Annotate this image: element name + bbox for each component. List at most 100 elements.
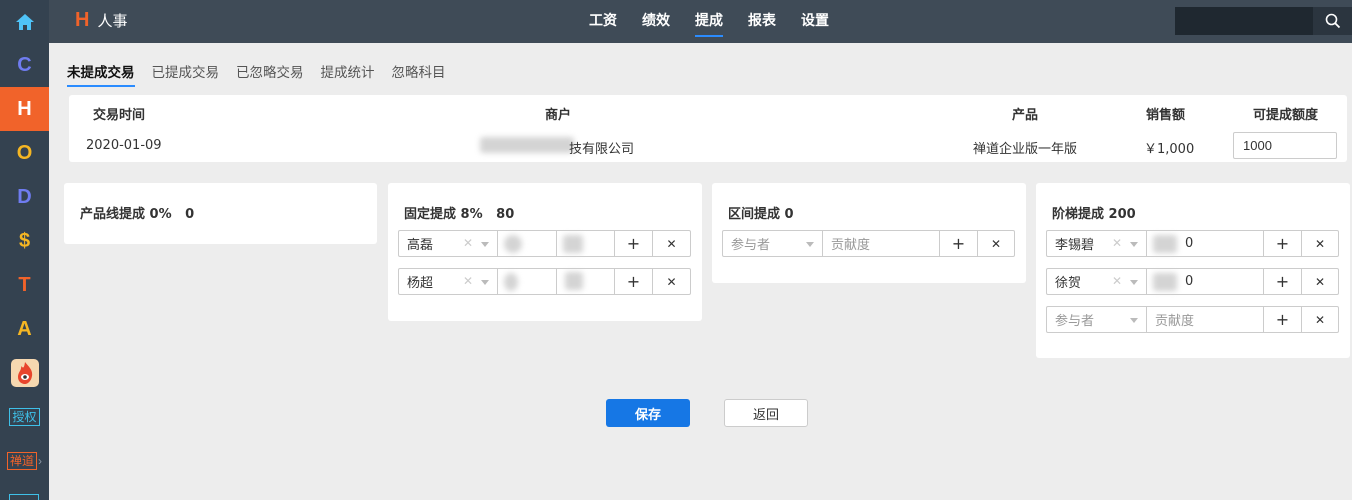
remove-row-button[interactable]: ✕ [977, 230, 1015, 257]
range-commission-title: 区间提成 0 [728, 207, 794, 222]
plus-icon: + [1275, 310, 1290, 329]
range-commission-card: 区间提成 0 参与者 贡献度 + ✕ [712, 183, 1026, 283]
tiered-commission-card: 阶梯提成 200 李锡碧 ✕ 0 + ✕ 徐贺 ✕ 0 + ✕ 参与者 贡献度 … [1036, 183, 1350, 358]
participant-select[interactable]: 参与者 [1046, 306, 1147, 333]
header-commission: 可提成额度 [1253, 108, 1319, 123]
search-icon [1325, 13, 1340, 29]
range-row: 参与者 贡献度 + ✕ [722, 230, 1015, 257]
chevron-down-icon [481, 242, 489, 247]
product-line-title: 产品线提成 0% 0 [80, 207, 195, 222]
plus-icon: + [951, 234, 966, 253]
merchant-redacted [480, 137, 574, 153]
transaction-table: 交易时间 商户 产品 销售额 可提成额度 2020-01-09 技有限公司 禅道… [69, 95, 1347, 162]
tab-ignored-subjects[interactable]: 忽略科目 [392, 61, 446, 85]
participant-select[interactable]: 高磊 ✕ [398, 230, 498, 257]
remove-row-button[interactable]: ✕ [1301, 268, 1339, 295]
plus-icon: + [626, 234, 641, 253]
dock-item-a[interactable]: A [0, 307, 49, 351]
zentao-badge[interactable]: 禅道 › [0, 439, 49, 483]
fixed-row: 杨超 ✕ + ✕ [398, 268, 691, 295]
contribution-input[interactable]: 0 [1146, 230, 1264, 257]
contribution-input[interactable] [497, 268, 557, 295]
tab-commissioned[interactable]: 已提成交易 [152, 61, 220, 85]
clear-icon[interactable]: ✕ [463, 236, 473, 250]
add-row-button[interactable]: + [1263, 306, 1302, 333]
remove-row-button[interactable]: ✕ [1301, 306, 1339, 333]
transaction-product: 禅道企业版一年版 [973, 142, 1078, 157]
dock-item-d[interactable]: D [0, 175, 49, 219]
product-line-card: 产品线提成 0% 0 [64, 183, 377, 244]
remove-row-button[interactable]: ✕ [652, 230, 691, 257]
merchant-name: 技有限公司 [569, 142, 635, 157]
amount-field[interactable] [556, 268, 615, 295]
tiered-commission-title: 阶梯提成 200 [1052, 207, 1136, 222]
add-row-button[interactable]: + [1263, 230, 1302, 257]
tab-uncommissioned[interactable]: 未提成交易 [67, 61, 135, 87]
chevron-right-icon: › [38, 454, 42, 468]
header-merchant: 商户 [545, 108, 572, 123]
value-redacted [563, 235, 583, 253]
contribution-input[interactable]: 0 [1146, 268, 1264, 295]
chevron-down-icon [1130, 318, 1138, 323]
participant-select[interactable]: 徐贺 ✕ [1046, 268, 1147, 295]
chevron-down-icon [481, 280, 489, 285]
save-button[interactable]: 保存 [606, 399, 690, 427]
add-row-button[interactable]: + [1263, 268, 1302, 295]
contribution-input[interactable]: 贡献度 [1146, 306, 1264, 333]
dock-item-c[interactable]: C [0, 43, 49, 87]
nav-reports[interactable]: 报表 [748, 0, 776, 43]
sub-tabs: 未提成交易 已提成交易 已忽略交易 提成统计 忽略科目 [67, 61, 446, 87]
amount-field[interactable] [556, 230, 615, 257]
dock-item-o[interactable]: O [0, 131, 49, 175]
search-button[interactable] [1313, 7, 1352, 35]
header-product: 产品 [1012, 108, 1039, 123]
home-icon[interactable] [0, 0, 49, 44]
clear-icon[interactable]: ✕ [1112, 236, 1122, 250]
back-button[interactable]: 返回 [724, 399, 808, 427]
plus-icon: + [626, 272, 641, 291]
commission-amount-input[interactable] [1233, 132, 1337, 159]
contribution-input[interactable]: 贡献度 [822, 230, 940, 257]
participant-select[interactable]: 李锡碧 ✕ [1046, 230, 1147, 257]
nav-commission[interactable]: 提成 [695, 0, 723, 43]
plus-icon: + [1275, 272, 1290, 291]
chevron-down-icon [1130, 242, 1138, 247]
tiered-row: 徐贺 ✕ 0 + ✕ [1046, 268, 1339, 295]
search-input[interactable] [1175, 7, 1313, 35]
dock-item-t[interactable]: T [0, 263, 49, 307]
top-bar: H 人事 工资 绩效 提成 报表 设置 [49, 0, 1352, 43]
remove-row-button[interactable]: ✕ [652, 268, 691, 295]
app-brand[interactable]: H 人事 [75, 9, 127, 32]
close-icon: ✕ [1314, 312, 1326, 327]
value-redacted [1153, 273, 1177, 291]
value-redacted [565, 272, 583, 290]
close-icon: ✕ [1314, 236, 1326, 251]
close-icon: ✕ [1314, 274, 1326, 289]
clear-icon[interactable]: ✕ [1112, 274, 1122, 288]
clear-icon[interactable]: ✕ [463, 274, 473, 288]
fixed-commission-card: 固定提成 8% 80 高磊 ✕ + ✕ 杨超 ✕ + ✕ [388, 183, 702, 321]
fixed-row: 高磊 ✕ + ✕ [398, 230, 691, 257]
value-redacted [1153, 235, 1177, 253]
fire-app-icon[interactable] [0, 351, 49, 395]
participant-select[interactable]: 杨超 ✕ [398, 268, 498, 295]
nav-performance[interactable]: 绩效 [642, 0, 670, 43]
contribution-input[interactable] [497, 230, 557, 257]
transaction-time: 2020-01-09 [86, 138, 162, 153]
tab-statistics[interactable]: 提成统计 [321, 61, 375, 85]
header-sales: 销售额 [1146, 108, 1186, 123]
auth-badge[interactable]: 授权 [0, 395, 49, 439]
remove-row-button[interactable]: ✕ [1301, 230, 1339, 257]
add-row-button[interactable]: + [614, 230, 653, 257]
dock-more-item[interactable] [9, 494, 39, 500]
participant-select[interactable]: 参与者 [722, 230, 823, 257]
tab-ignored[interactable]: 已忽略交易 [236, 61, 304, 85]
fixed-commission-title: 固定提成 8% 80 [404, 207, 515, 222]
nav-salary[interactable]: 工资 [589, 0, 617, 43]
nav-settings[interactable]: 设置 [801, 0, 829, 43]
dock-item-s[interactable]: $ [0, 219, 49, 263]
add-row-button[interactable]: + [614, 268, 653, 295]
add-row-button[interactable]: + [939, 230, 978, 257]
dock-item-h[interactable]: H [0, 87, 49, 131]
app-title: 人事 [97, 12, 128, 30]
